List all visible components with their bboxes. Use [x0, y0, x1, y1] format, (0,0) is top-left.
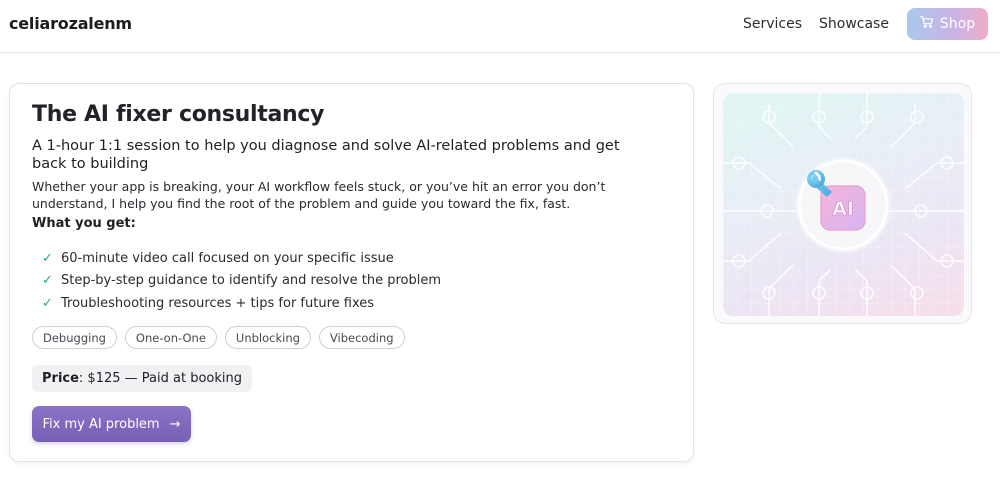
tag-unblocking: Unblocking	[224, 326, 311, 349]
tag-one-on-one: One-on-One	[124, 326, 217, 349]
cta-label: Fix my AI problem	[42, 416, 160, 432]
tag-list: Debugging One-on-One Unblocking Vibecodi…	[32, 326, 405, 349]
nav-services-link[interactable]: Services	[743, 16, 802, 32]
check-icon: ✓	[42, 273, 53, 289]
circuit-background: AI	[723, 93, 964, 316]
benefit-text: 60-minute video call focused on your spe…	[61, 250, 394, 266]
benefit-text: Troubleshooting resources + tips for fut…	[61, 295, 375, 311]
brand-logo[interactable]: celiarozalenm	[9, 14, 132, 33]
service-subtitle: A 1-hour 1:1 session to help you diagnos…	[32, 138, 620, 172]
service-title: The AI fixer consultancy	[32, 102, 325, 127]
what-you-get-heading: What you get:	[32, 216, 136, 231]
ai-fixer-illustration: AI	[723, 93, 964, 316]
benefit-item: ✓ 60-minute video call focused on your s…	[42, 247, 441, 270]
check-icon: ✓	[42, 250, 53, 266]
price-badge: Price: $125 — Paid at booking	[32, 365, 252, 392]
cart-icon	[920, 15, 934, 33]
service-card: The AI fixer consultancy A 1-hour 1:1 se…	[9, 83, 694, 462]
shop-button-label: Shop	[939, 16, 976, 32]
benefit-text: Step-by-step guidance to identify and re…	[61, 273, 442, 289]
service-description: Whether your app is breaking, your AI wo…	[32, 179, 606, 211]
illustration-frame: AI	[713, 83, 972, 324]
fix-ai-problem-button[interactable]: Fix my AI problem →	[32, 406, 191, 442]
tag-vibecoding: Vibecoding	[318, 326, 405, 349]
benefits-list: ✓ 60-minute video call focused on your s…	[42, 247, 441, 315]
ai-badge-text: AI	[832, 198, 854, 220]
price-value: : $125 — Paid at booking	[78, 371, 242, 386]
benefit-item: ✓ Step-by-step guidance to identify and …	[42, 270, 441, 293]
tag-debugging: Debugging	[32, 326, 117, 349]
price-label: Price	[42, 371, 79, 386]
benefit-item: ✓ Troubleshooting resources + tips for f…	[42, 292, 441, 315]
shop-button[interactable]: Shop	[907, 8, 988, 40]
arrow-right-icon: →	[169, 416, 181, 432]
top-nav-bar: celiarozalenm Services Showcase Shop	[0, 0, 1000, 53]
nav-showcase-link[interactable]: Showcase	[819, 16, 889, 32]
check-icon: ✓	[42, 295, 53, 311]
